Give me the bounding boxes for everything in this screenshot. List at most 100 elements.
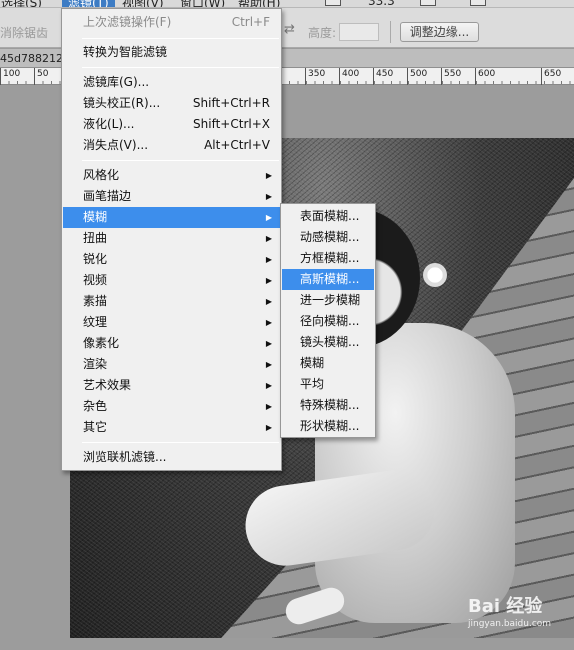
- ruler-tick: [441, 68, 442, 85]
- ruler-label: 500: [410, 69, 428, 79]
- submenu-arrow-icon: ▶: [265, 318, 272, 327]
- ruler-label: 600: [478, 69, 496, 79]
- menu-item-label: 消失点(V)...: [83, 138, 149, 152]
- ruler-label: 100: [3, 69, 21, 79]
- filter-menu: 上次滤镜操作(F) Ctrl+F 转换为智能滤镜 滤镜库(G)... 镜头校正(…: [61, 8, 282, 471]
- menu-divider: [82, 67, 279, 68]
- menu-divider: [82, 160, 279, 161]
- submenu-arrow-icon: ▶: [265, 234, 272, 243]
- menu-item-label: 扭曲: [83, 231, 108, 245]
- height-field[interactable]: [339, 23, 379, 41]
- menu-item-distort[interactable]: 扭曲 ▶: [63, 228, 280, 249]
- menu-item-label: 浏览联机滤镜...: [83, 450, 167, 464]
- ruler-label: 50: [37, 69, 49, 79]
- menu-item-stylize[interactable]: 风格化 ▶: [63, 165, 280, 186]
- menu-item-other[interactable]: 其它 ▶: [63, 417, 280, 438]
- document-tab[interactable]: 45d788212: [0, 52, 63, 65]
- submenu-arrow-icon: ▶: [265, 402, 272, 411]
- screen-mode-icon[interactable]: [420, 0, 436, 6]
- submenu-item-blur[interactable]: 模糊: [282, 353, 374, 374]
- hair-flower: [423, 263, 447, 287]
- menu-item-filter-gallery[interactable]: 滤镜库(G)...: [63, 72, 280, 93]
- submenu-item-blur-more[interactable]: 进一步模糊: [282, 290, 374, 311]
- ruler-label: 550: [444, 69, 462, 79]
- menu-item-label: 镜头校正(R)...: [83, 96, 161, 110]
- menu-item-label: 上次滤镜操作(F): [83, 15, 172, 29]
- submenu-arrow-icon: ▶: [265, 255, 272, 264]
- zoom-level[interactable]: 33.3: [368, 0, 395, 7]
- ruler-label: 400: [342, 69, 360, 79]
- menu-item-label: 艺术效果: [83, 378, 132, 392]
- menu-view[interactable]: 视图(V): [122, 0, 164, 7]
- submenu-item-surface-blur[interactable]: 表面模糊...: [282, 206, 374, 227]
- menu-item-label: 转换为智能滤镜: [83, 45, 168, 59]
- menu-bar: 选择(S) 滤镜(T) 视图(V) 窗口(W) 帮助(H) 33.3: [0, 0, 574, 8]
- menu-item-smart-filter[interactable]: 转换为智能滤镜: [63, 42, 280, 63]
- menu-item-artistic[interactable]: 艺术效果 ▶: [63, 375, 280, 396]
- submenu-item-smart-blur[interactable]: 特殊模糊...: [282, 395, 374, 416]
- submenu-arrow-icon: ▶: [265, 171, 272, 180]
- divider: [390, 21, 391, 43]
- submenu-arrow-icon: ▶: [265, 297, 272, 306]
- menu-item-lens-correction[interactable]: 镜头校正(R)... Shift+Ctrl+R: [63, 93, 280, 114]
- submenu-item-box-blur[interactable]: 方框模糊...: [282, 248, 374, 269]
- ruler-tick: [0, 68, 1, 85]
- menu-item-texture[interactable]: 纹理 ▶: [63, 312, 280, 333]
- menu-item-label: 像素化: [83, 336, 120, 350]
- menu-item-label: 风格化: [83, 168, 120, 182]
- submenu-item-motion-blur[interactable]: 动感模糊...: [282, 227, 374, 248]
- antialias-option[interactable]: 消除锯齿: [0, 24, 48, 41]
- submenu-item-radial-blur[interactable]: 径向模糊...: [282, 311, 374, 332]
- watermark-brand: Bai 经验: [468, 596, 543, 617]
- submenu-arrow-icon: ▶: [265, 213, 272, 222]
- submenu-item-shape-blur[interactable]: 形状模糊...: [282, 416, 374, 437]
- submenu-arrow-icon: ▶: [265, 339, 272, 348]
- swap-arrows-icon[interactable]: ⇄: [284, 22, 295, 37]
- menu-item-brush-strokes[interactable]: 画笔描边 ▶: [63, 186, 280, 207]
- menu-item-vanishing-point[interactable]: 消失点(V)... Alt+Ctrl+V: [63, 135, 280, 156]
- menu-divider: [82, 442, 279, 443]
- ruler-tick: [373, 68, 374, 85]
- submenu-item-average[interactable]: 平均: [282, 374, 374, 395]
- frame-icon[interactable]: [325, 0, 341, 6]
- refine-edge-button[interactable]: 调整边缘...: [400, 22, 479, 42]
- menu-item-label: 纹理: [83, 315, 108, 329]
- menu-item-browse-online[interactable]: 浏览联机滤镜...: [63, 447, 280, 468]
- submenu-item-lens-blur[interactable]: 镜头模糊...: [282, 332, 374, 353]
- ruler-tick: [407, 68, 408, 85]
- shortcut: Ctrl+F: [231, 15, 270, 29]
- ruler-tick: [541, 68, 542, 85]
- menu-item-noise[interactable]: 杂色 ▶: [63, 396, 280, 417]
- ruler-label: 450: [376, 69, 394, 79]
- submenu-item-gaussian-blur[interactable]: 高斯模糊...: [282, 269, 374, 290]
- arrange-icon[interactable]: [470, 0, 486, 6]
- ruler-label: 350: [308, 69, 326, 79]
- shortcut: Shift+Ctrl+R: [192, 96, 270, 110]
- menu-item-sketch[interactable]: 素描 ▶: [63, 291, 280, 312]
- menu-divider: [82, 38, 279, 39]
- menu-item-label: 模糊: [83, 210, 108, 224]
- menu-item-render[interactable]: 渲染 ▶: [63, 354, 280, 375]
- menu-item-last-filter[interactable]: 上次滤镜操作(F) Ctrl+F: [63, 12, 280, 33]
- menu-item-label: 渲染: [83, 357, 108, 371]
- menu-item-label: 画笔描边: [83, 189, 132, 203]
- menu-help[interactable]: 帮助(H): [238, 0, 280, 7]
- submenu-arrow-icon: ▶: [265, 192, 272, 201]
- ruler-label: 650: [544, 69, 562, 79]
- menu-item-liquify[interactable]: 液化(L)... Shift+Ctrl+X: [63, 114, 280, 135]
- ruler-tick: [305, 68, 306, 85]
- baidu-watermark: Bai 经验 jingyan.baidu.com: [468, 592, 568, 632]
- menu-window[interactable]: 窗口(W): [180, 0, 225, 7]
- menu-select[interactable]: 选择(S): [1, 0, 42, 7]
- blur-submenu: 表面模糊... 动感模糊... 方框模糊... 高斯模糊... 进一步模糊 径向…: [280, 203, 376, 438]
- menu-item-pixelate[interactable]: 像素化 ▶: [63, 333, 280, 354]
- menu-item-blur[interactable]: 模糊 ▶: [63, 207, 280, 228]
- menu-item-video[interactable]: 视频 ▶: [63, 270, 280, 291]
- menu-filter[interactable]: 滤镜(T): [62, 0, 115, 7]
- submenu-arrow-icon: ▶: [265, 360, 272, 369]
- menu-item-sharpen[interactable]: 锐化 ▶: [63, 249, 280, 270]
- menu-item-label: 杂色: [83, 399, 108, 413]
- submenu-arrow-icon: ▶: [265, 381, 272, 390]
- submenu-arrow-icon: ▶: [265, 276, 272, 285]
- ruler-tick: [34, 68, 35, 85]
